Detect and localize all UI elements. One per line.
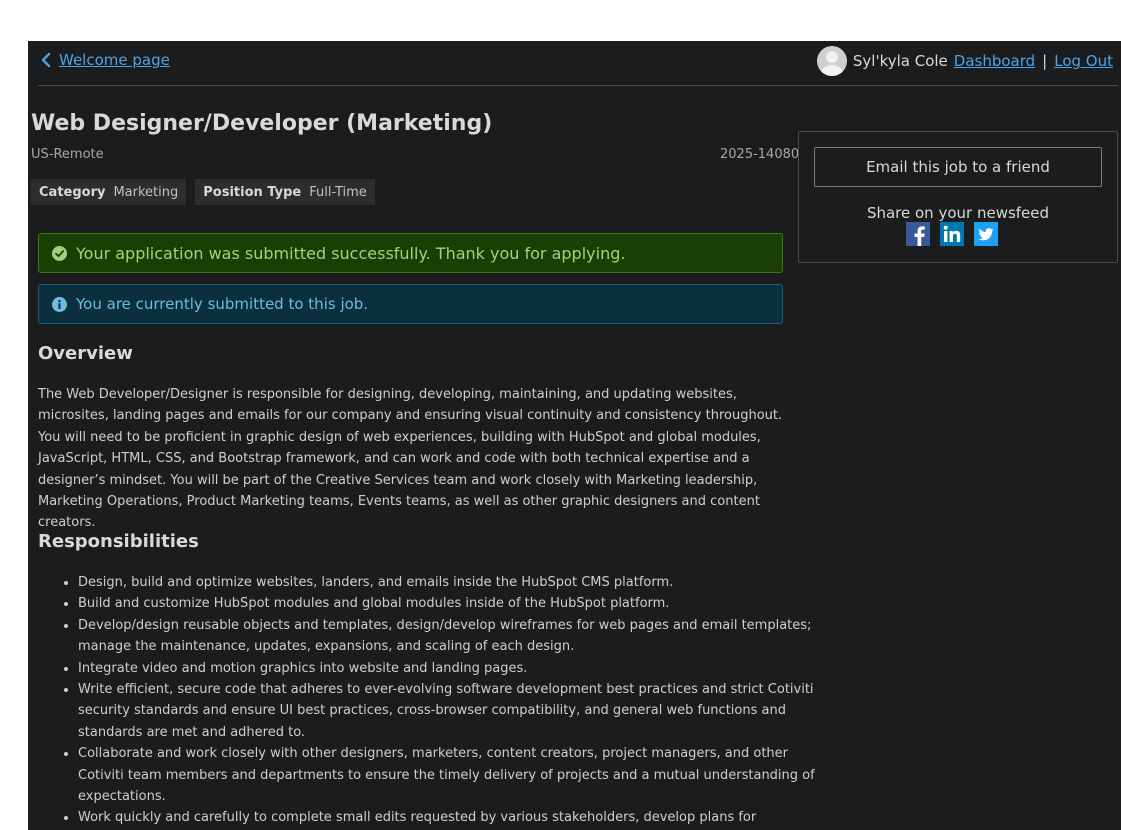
header-divider: [38, 85, 1118, 86]
category-tag: Category Marketing: [31, 179, 187, 205]
job-page: Welcome page Syl'kyla Cole Dashboard | L…: [28, 41, 1121, 830]
check-circle-icon: [52, 245, 67, 261]
overview-heading: Overview: [38, 343, 133, 364]
twitter-icon[interactable]: [974, 222, 998, 246]
chevron-left-icon: [41, 52, 51, 68]
responsibilities-list: Design, build and optimize websites, lan…: [38, 572, 833, 829]
success-alert-text: Your application was submitted successfu…: [76, 243, 626, 263]
job-location: US-Remote: [31, 147, 104, 162]
position-type-tag-value: Full-Time: [309, 184, 367, 200]
job-title: Web Designer/Developer (Marketing): [31, 111, 493, 136]
list-item: Write efficient, secure code that adhere…: [78, 679, 833, 743]
back-to-welcome-link[interactable]: Welcome page: [40, 51, 170, 69]
responsibilities-heading: Responsibilities: [38, 531, 199, 552]
info-alert: You are currently submitted to this job.: [38, 284, 783, 324]
avatar: [816, 46, 847, 76]
list-item: Develop/design reusable objects and temp…: [78, 615, 833, 658]
top-bar: Welcome page Syl'kyla Cole Dashboard | L…: [28, 41, 1121, 85]
info-circle-icon: [52, 296, 67, 312]
job-id: 2025-14080: [720, 147, 800, 162]
logout-link[interactable]: Log Out: [1054, 52, 1113, 70]
list-item: Work quickly and carefully to complete s…: [78, 807, 833, 828]
user-name: Syl'kyla Cole: [852, 52, 948, 70]
position-type-tag: Position Type Full-Time: [195, 179, 375, 205]
linkedin-icon[interactable]: [940, 222, 964, 246]
nav-separator: |: [1042, 52, 1048, 70]
facebook-icon[interactable]: [906, 222, 930, 246]
success-alert: Your application was submitted successfu…: [38, 233, 783, 273]
list-item: Integrate video and motion graphics into…: [78, 658, 833, 679]
list-item: Collaborate and work closely with other …: [78, 743, 833, 807]
job-tags: Category Marketing Position Type Full-Ti…: [31, 179, 375, 205]
category-tag-label: Category: [39, 184, 106, 200]
overview-text: The Web Developer/Designer is responsibl…: [38, 387, 783, 531]
position-type-tag-label: Position Type: [203, 184, 302, 200]
list-item: Design, build and optimize websites, lan…: [78, 572, 833, 593]
share-label: Share on your newsfeed: [866, 204, 1050, 222]
info-alert-text: You are currently submitted to this job.: [76, 295, 369, 313]
share-sidebar: Email this job to a friend Share on your…: [798, 131, 1118, 263]
email-job-button[interactable]: Email this job to a friend: [814, 147, 1102, 187]
dashboard-link[interactable]: Dashboard: [954, 52, 1035, 70]
user-menu: Syl'kyla Cole Dashboard | Log Out: [816, 46, 1113, 76]
category-tag-value: Marketing: [113, 184, 179, 200]
share-icons: [906, 222, 998, 246]
back-link-label: Welcome page: [59, 51, 170, 69]
list-item: Build and customize HubSpot modules and …: [78, 593, 833, 614]
